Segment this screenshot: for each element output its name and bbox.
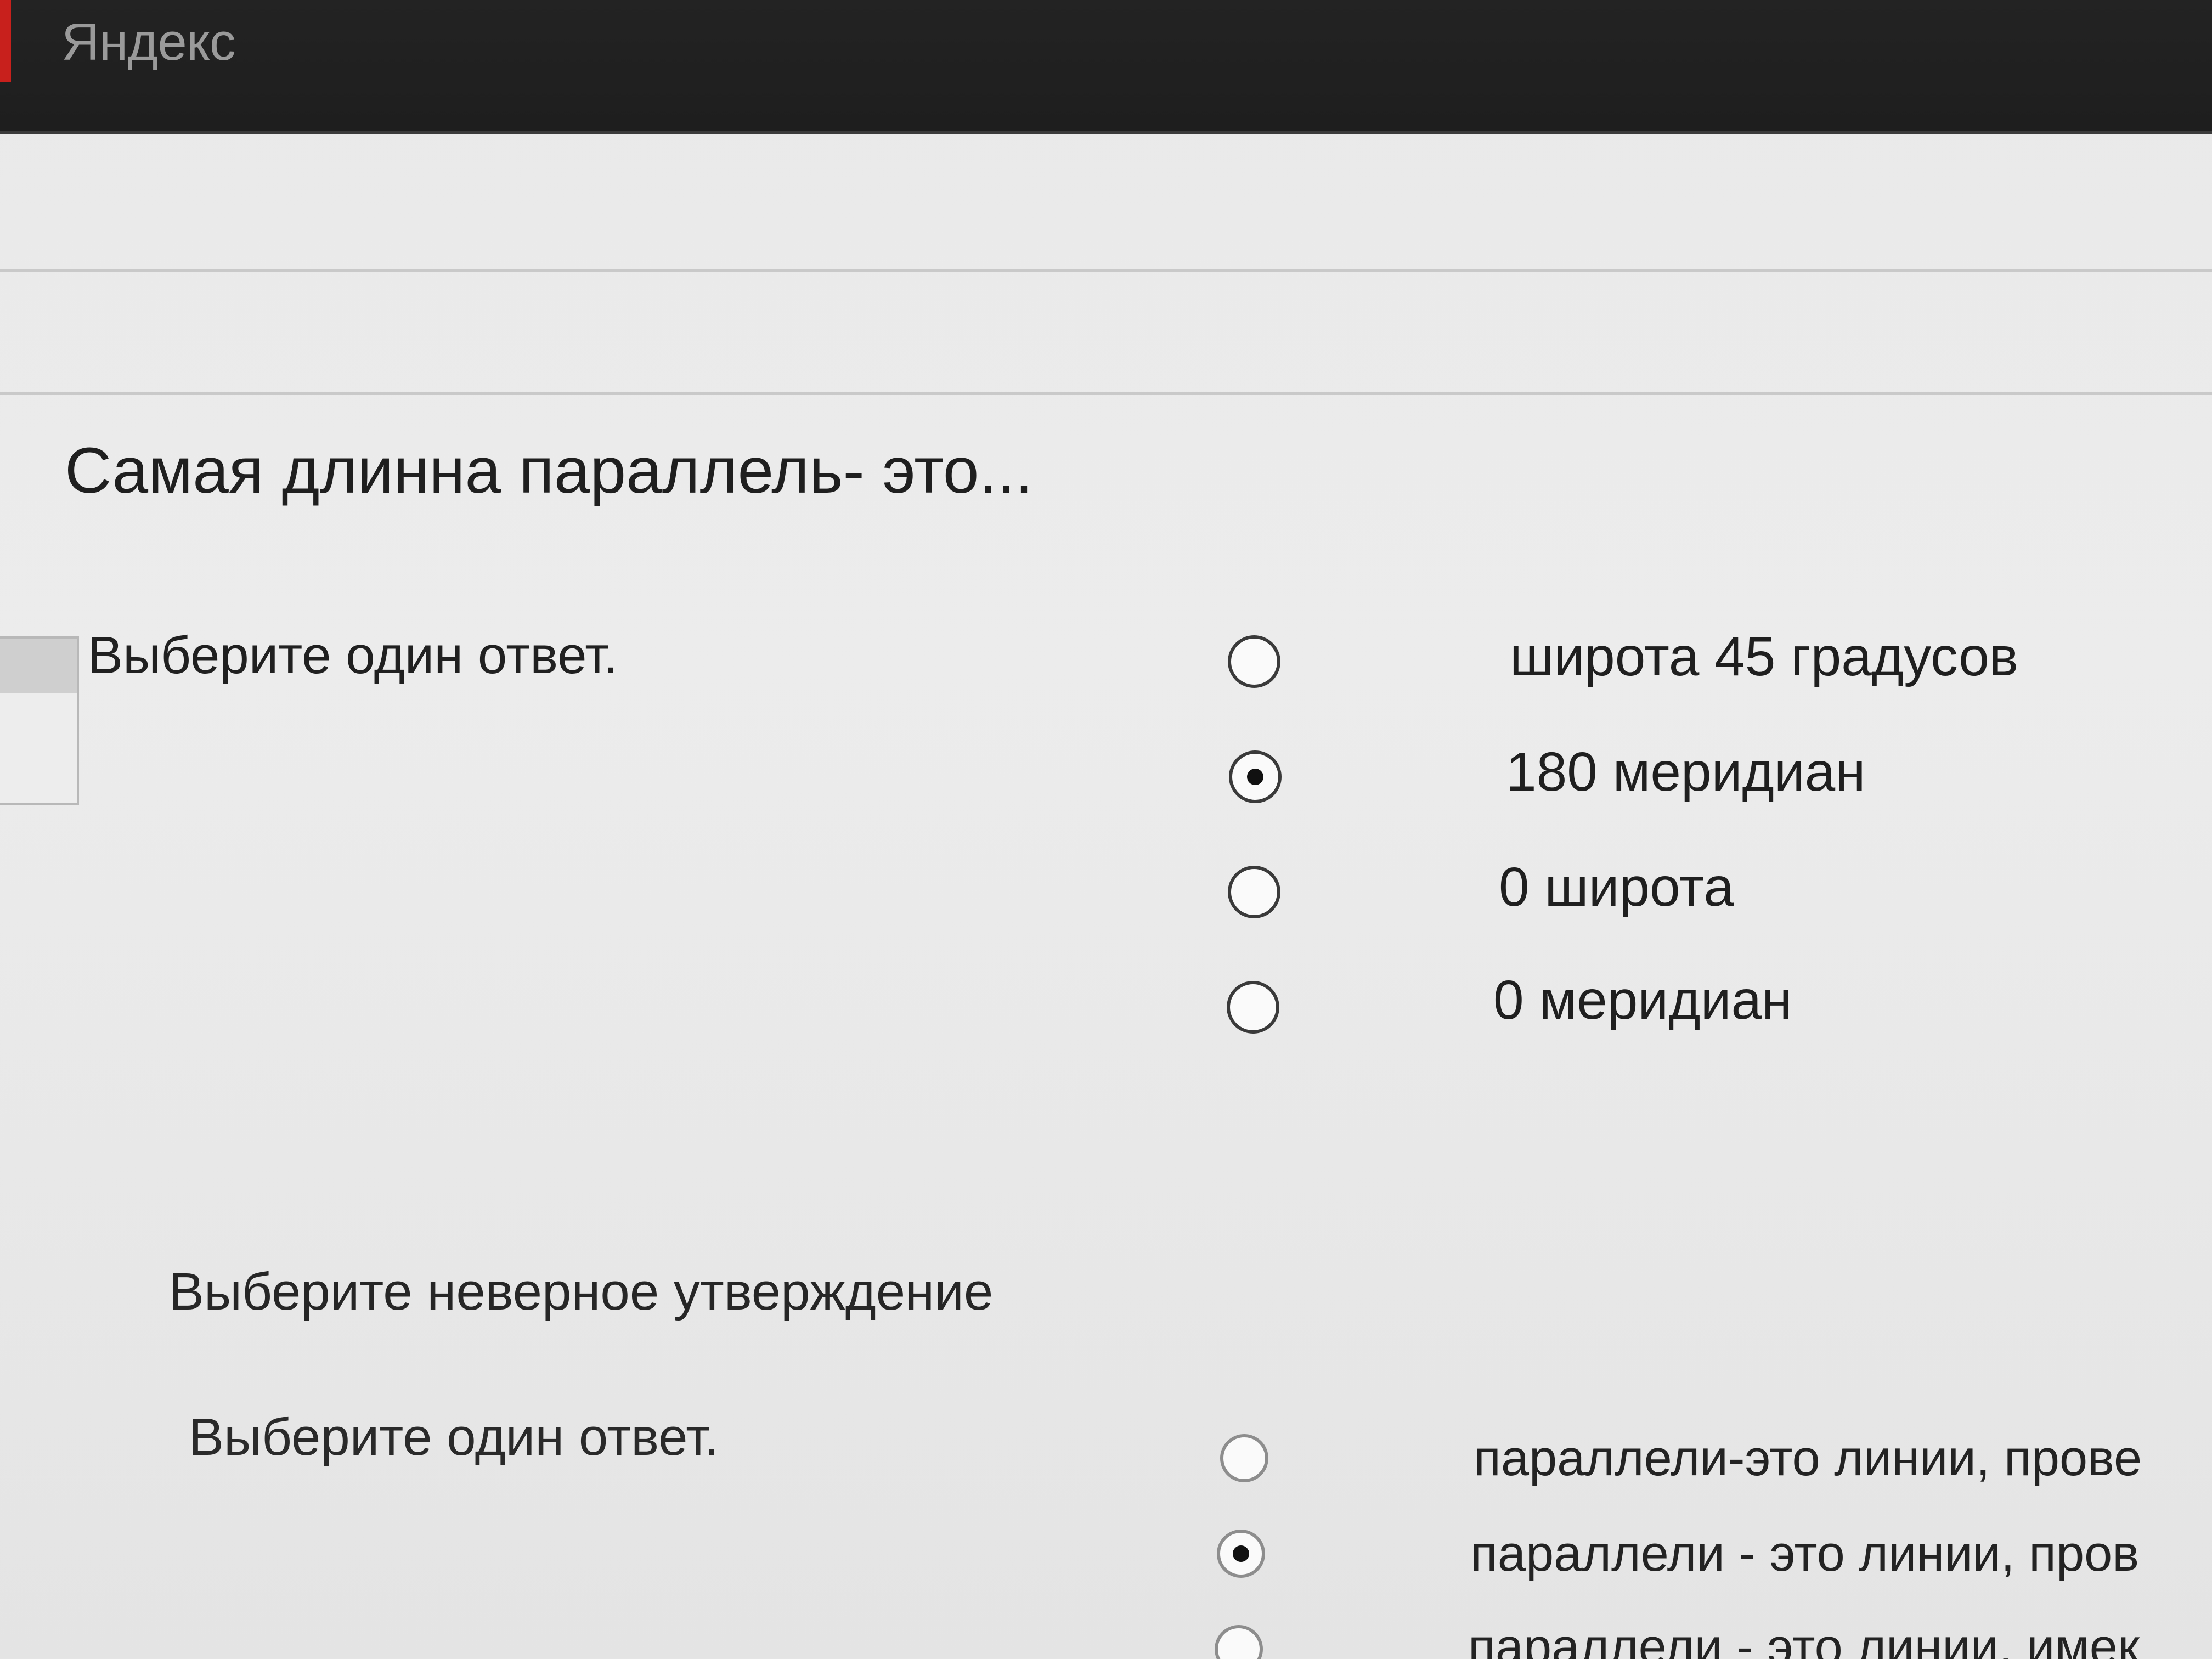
browser-top-bar: Яндекс (0, 0, 2212, 134)
radio-button[interactable] (1228, 866, 1280, 918)
answer-label: широта 45 градусов (1510, 626, 2019, 687)
red-tab-marker (0, 0, 11, 82)
question-2-title: Выберите неверное утверждение (169, 1262, 994, 1321)
answer-label: 0 меридиан (1493, 969, 1792, 1031)
yandex-brand-label: Яндекс (61, 13, 236, 71)
question-2-prompt: Выберите один ответ. (189, 1408, 719, 1466)
question-1-title: Самая длинна параллель- это... (65, 435, 1033, 507)
answer-label: параллели-это линии, прове (1474, 1430, 2142, 1486)
radio-button[interactable] (1220, 1434, 1268, 1482)
answer-label: параллели - это линии, пров (1470, 1526, 2140, 1582)
divider-question-header (0, 392, 2212, 395)
question-flag-box[interactable] (0, 636, 79, 805)
radio-button-checked[interactable] (1229, 751, 1282, 803)
question-1-prompt: Выберите один ответ. (88, 626, 618, 685)
radio-button[interactable] (1215, 1625, 1263, 1659)
answer-label: параллели - это линии, имек (1468, 1619, 2140, 1659)
answer-label: 0 широта (1499, 856, 1734, 918)
divider-top (0, 269, 2212, 272)
answer-label: 180 меридиан (1506, 741, 1866, 803)
radio-button-checked[interactable] (1217, 1530, 1265, 1578)
radio-button[interactable] (1227, 981, 1279, 1034)
radio-button[interactable] (1228, 635, 1280, 688)
